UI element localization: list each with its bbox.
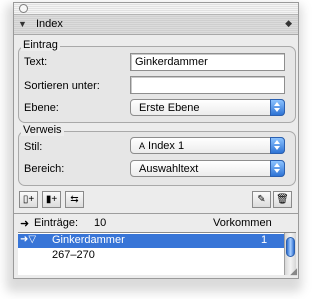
panel-header[interactable]: ▼ Index ◆ [14, 15, 298, 35]
popup-arrows-icon [270, 137, 285, 154]
scope-popup[interactable]: Auswahltext [130, 160, 285, 177]
entries-arrow-icon: ➜ [20, 218, 30, 230]
sort-field[interactable] [130, 76, 285, 94]
move-entry-button[interactable]: ⇆ [65, 191, 84, 208]
scope-popup-value: Auswahltext [139, 163, 199, 175]
occurrences-label: Vorkommen [213, 217, 272, 229]
entries-count: 10 [94, 217, 107, 229]
edit-button[interactable]: ✎ [252, 191, 271, 208]
trash-icon: 🗑 [276, 194, 289, 205]
move-entry-icon: ⇆ [70, 194, 79, 205]
entries-label: Einträge: [34, 217, 79, 229]
close-button[interactable] [19, 4, 28, 13]
panel-menu-icon[interactable]: ◆ [285, 18, 292, 29]
popup-arrows-icon [270, 99, 285, 116]
add-all-icon: ▮+ [45, 194, 58, 205]
style-label: Stil: [24, 141, 43, 153]
resize-grip-icon[interactable]: ◢ [290, 266, 297, 277]
window-titlebar[interactable] [14, 3, 298, 15]
index-palette-window: ▼ Index ◆ Eintrag Text: Ginkerdammer Sor… [13, 2, 299, 279]
sort-label: Sortieren unter: [24, 80, 100, 92]
scope-label: Bereich: [24, 163, 65, 175]
pencil-icon: ✎ [257, 194, 266, 205]
list-item[interactable]: 267–270 [52, 249, 95, 261]
list-item-selected[interactable]: ➜▽ Ginkerdammer 1 [18, 234, 284, 248]
divider [14, 213, 298, 214]
level-popup[interactable]: Erste Ebene [130, 99, 285, 116]
level-label: Ebene: [24, 102, 59, 114]
add-all-button[interactable]: ▮+ [42, 191, 61, 208]
panel-title: Index [36, 18, 63, 30]
collapse-triangle-icon[interactable]: ▼ [18, 19, 27, 29]
level-popup-value: Erste Ebene [139, 102, 200, 114]
entries-list[interactable]: ➜▽ Ginkerdammer 1 267–270 [18, 232, 296, 275]
text-field[interactable]: Ginkerdammer [130, 53, 285, 71]
add-entry-icon: ▯+ [22, 194, 35, 205]
arrow-disclosure-icon[interactable]: ➜▽ [20, 234, 36, 245]
character-style-icon: A [139, 141, 146, 151]
style-popup[interactable]: A Index 1 [130, 137, 285, 154]
text-label: Text: [24, 56, 48, 68]
list-item-text: Ginkerdammer [52, 234, 125, 246]
popup-arrows-icon [270, 160, 285, 177]
reference-group-label: Verweis [21, 124, 64, 136]
delete-button[interactable]: 🗑 [273, 191, 292, 208]
list-item-count: 1 [261, 234, 268, 246]
entry-group-label: Eintrag [21, 39, 60, 51]
add-entry-button[interactable]: ▯+ [19, 191, 38, 208]
scrollbar-thumb[interactable] [286, 237, 295, 257]
style-popup-value: Index 1 [148, 140, 185, 152]
